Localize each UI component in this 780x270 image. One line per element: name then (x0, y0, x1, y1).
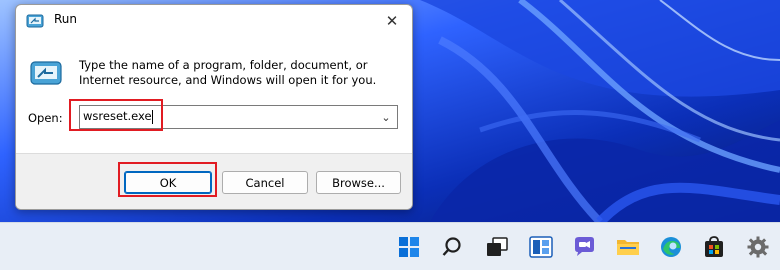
ok-button[interactable]: OK (124, 171, 212, 194)
dialog-footer: OK Cancel Browse... (16, 153, 412, 209)
chevron-down-icon[interactable]: ⌄ (378, 108, 394, 126)
close-icon: ✕ (385, 12, 399, 30)
task-view-icon[interactable] (483, 233, 511, 261)
taskbar (0, 222, 780, 270)
search-icon[interactable] (438, 233, 466, 261)
chat-icon[interactable] (570, 233, 598, 261)
file-explorer-icon[interactable] (614, 233, 642, 261)
dialog-description: Type the name of a program, folder, docu… (79, 58, 377, 87)
run-large-icon (30, 61, 62, 85)
run-dialog: Run ✕ Type the name of a program, folder… (15, 4, 413, 210)
command-input[interactable]: wsreset.exe (83, 109, 373, 125)
widgets-icon[interactable] (527, 233, 555, 261)
settings-icon[interactable] (744, 233, 772, 261)
browse-button[interactable]: Browse... (316, 171, 401, 194)
open-label: Open: (28, 111, 63, 125)
cancel-button[interactable]: Cancel (222, 171, 308, 194)
store-icon[interactable] (700, 233, 728, 261)
run-app-icon (26, 13, 44, 28)
window-title: Run (54, 12, 78, 26)
start-icon[interactable] (395, 233, 423, 261)
edge-icon[interactable] (657, 233, 685, 261)
close-button[interactable]: ✕ (372, 5, 412, 37)
title-bar[interactable]: Run ✕ (16, 5, 412, 37)
open-combobox[interactable]: wsreset.exe ⌄ (79, 105, 398, 129)
text-caret (151, 109, 153, 124)
